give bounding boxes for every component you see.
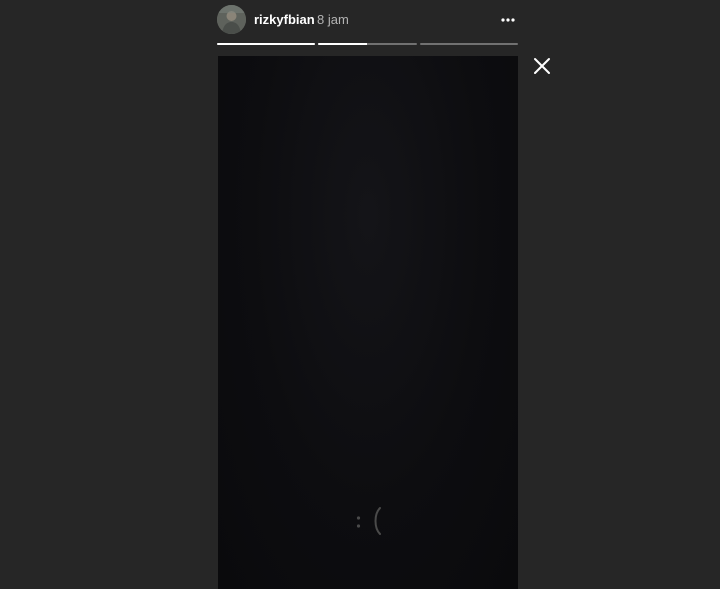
progress-segment: [318, 43, 417, 45]
username-link[interactable]: rizkyfbian: [254, 12, 315, 28]
progress-segment: [419, 43, 518, 45]
progress-fill: [217, 43, 316, 45]
loading-spinner-icon: [356, 507, 381, 535]
story-header: rizkyfbian 8 jam: [217, 5, 518, 35]
story-viewer: rizkyfbian 8 jam: [0, 0, 720, 589]
more-options-icon[interactable]: [500, 13, 516, 27]
profile-photo: [217, 5, 246, 34]
story-progress-bar: [217, 43, 518, 45]
progress-fill: [318, 43, 368, 45]
story-media[interactable]: [218, 56, 518, 589]
close-icon[interactable]: [532, 56, 552, 76]
progress-segment: [217, 43, 316, 45]
story-timestamp: 8 jam: [317, 12, 349, 27]
avatar[interactable]: [217, 5, 246, 34]
